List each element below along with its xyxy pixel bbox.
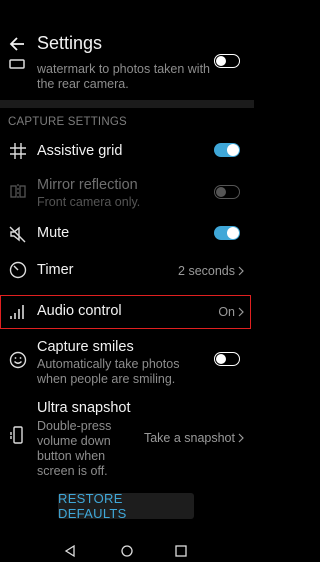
mute-label: Mute: [37, 225, 70, 241]
section-title: CAPTURE SETTINGS: [8, 116, 127, 128]
mirror-icon: [10, 184, 26, 199]
restore-defaults-button[interactable]: RESTORE DEFAULTS: [58, 491, 194, 521]
assistive-grid-label: Assistive grid: [37, 143, 123, 159]
page-title: Settings: [37, 33, 103, 53]
ultra-snapshot-description: Double-press volume down button when scr…: [37, 419, 112, 478]
section-divider: [0, 100, 254, 108]
nav-recents-icon[interactable]: [174, 544, 188, 558]
timer-icon: [9, 261, 27, 279]
audio-control-label[interactable]: Audio control: [37, 303, 122, 319]
timer-chevron-icon: [238, 266, 244, 276]
mute-toggle[interactable]: [214, 226, 240, 240]
nav-home-icon[interactable]: [120, 544, 134, 558]
audio-bars-icon: [10, 305, 24, 319]
audio-control-chevron-icon: [238, 307, 244, 317]
timer-value[interactable]: 2 seconds: [178, 264, 235, 278]
audio-control-value[interactable]: On: [218, 305, 235, 319]
watermark-description: watermark to photos taken with the rear …: [37, 62, 210, 91]
capture-smiles-toggle[interactable]: [214, 352, 240, 366]
ultra-snapshot-label: Ultra snapshot: [37, 400, 131, 416]
smile-icon: [9, 351, 27, 369]
ultra-snapshot-value[interactable]: Take a snapshot: [144, 431, 235, 445]
capture-smiles-label: Capture smiles: [37, 339, 134, 355]
watermark-icon: [9, 59, 25, 69]
mute-icon: [9, 226, 26, 243]
capture-smiles-description: Automatically take photos when people ar…: [37, 357, 180, 386]
watermark-toggle[interactable]: [214, 54, 240, 68]
ultra-snapshot-chevron-icon: [238, 433, 244, 443]
mirror-reflection-label: Mirror reflection: [37, 177, 138, 193]
back-arrow-icon[interactable]: [8, 34, 28, 54]
mirror-reflection-description: Front camera only.: [37, 195, 141, 209]
grid-icon: [10, 143, 26, 159]
nav-back-icon[interactable]: [63, 544, 77, 558]
mirror-reflection-toggle[interactable]: [214, 185, 240, 199]
assistive-grid-toggle[interactable]: [214, 143, 240, 157]
phone-snapshot-icon: [10, 426, 23, 444]
timer-label: Timer: [37, 262, 74, 278]
